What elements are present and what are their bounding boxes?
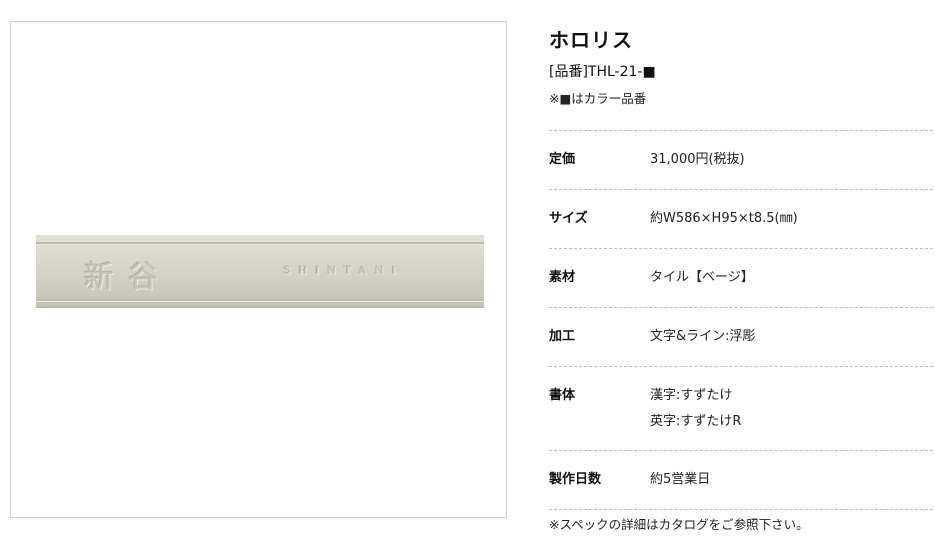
product-image: 新谷 SHINTANI	[10, 21, 507, 518]
spec-value: 31,000円(税抜)	[650, 152, 745, 167]
spec-footnote: ※スペックの詳細はカタログをご参照下さい。	[549, 517, 809, 532]
plate-kanji-text: 新谷	[84, 260, 172, 295]
spec-value: 約W586×H95×t8.5(㎜)	[650, 211, 798, 226]
spec-row-production-days: 製作日数 約5営業日	[549, 451, 933, 510]
spec-label: 書体	[549, 388, 576, 403]
plate-line-bottom	[36, 299, 484, 301]
spec-label: 製作日数	[549, 472, 602, 487]
color-note: ※■はカラー品番	[549, 91, 647, 106]
product-info: ホロリス [品番]THL-21-■ ※■はカラー品番 定価 31,000円(税抜…	[549, 24, 933, 534]
spec-row-processing: 加工 文字&ライン:浮彫	[549, 308, 933, 367]
spec-label: 定価	[549, 152, 576, 167]
spec-row-size: サイズ 約W586×H95×t8.5(㎜)	[549, 190, 933, 249]
nameplate-image: 新谷 SHINTANI	[36, 235, 484, 307]
spec-value-roman-font: 英字:すずたけR	[650, 414, 742, 429]
product-code: [品番]THL-21-■	[549, 64, 656, 80]
spec-label: 加工	[549, 329, 576, 344]
spec-value: 約5営業日	[650, 472, 711, 487]
product-name: ホロリス	[549, 28, 633, 52]
spec-label: 素材	[549, 270, 576, 285]
plate-roman-text: SHINTANI	[284, 263, 404, 277]
spec-value-kanji-font: 漢字:すずたけ	[650, 388, 733, 403]
spec-row-price: 定価 31,000円(税抜)	[549, 131, 933, 190]
plate-line-top	[36, 242, 484, 244]
spec-row-material: 素材 タイル【ベージ】	[549, 249, 933, 308]
spec-value: 漢字:すずたけ 英字:すずたけR	[650, 386, 741, 450]
spec-label: サイズ	[549, 211, 588, 226]
spec-value: 文字&ライン:浮彫	[650, 329, 756, 344]
spec-value: タイル【ベージ】	[650, 270, 754, 285]
spec-row-typeface: 書体 漢字:すずたけ 英字:すずたけR	[549, 367, 933, 451]
spec-table: 定価 31,000円(税抜) サイズ 約W586×H95×t8.5(㎜) 素材 …	[549, 130, 933, 510]
